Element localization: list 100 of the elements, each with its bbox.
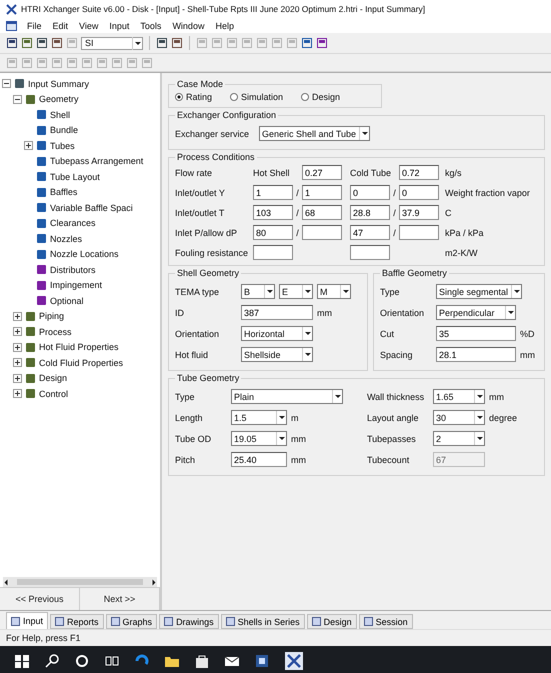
toolbar-icon[interactable]: [156, 37, 168, 49]
tab[interactable]: Design: [306, 614, 357, 629]
menu-item[interactable]: Window: [171, 20, 206, 30]
tree-item[interactable]: Optional: [50, 296, 84, 306]
tree-item[interactable]: Tubepass Arrangement: [50, 156, 144, 166]
tree-item[interactable]: Nozzle Locations: [50, 249, 119, 260]
input-field[interactable]: 0.27: [302, 165, 342, 180]
menu-item[interactable]: Tools: [139, 20, 162, 30]
expand-toggle-icon[interactable]: [13, 358, 22, 368]
menu-item[interactable]: File: [26, 20, 43, 30]
window-icon[interactable]: [6, 20, 17, 30]
tree-item[interactable]: Geometry: [39, 94, 79, 104]
tree-item[interactable]: Variable Baffle Spaci: [50, 202, 133, 213]
input-field[interactable]: 0: [350, 185, 390, 200]
dropdown[interactable]: 1.5: [231, 410, 287, 425]
dropdown[interactable]: 30: [433, 410, 485, 425]
expand-toggle-icon[interactable]: [13, 327, 22, 336]
tree-item[interactable]: Cold Fluid Properties: [39, 358, 124, 368]
tab[interactable]: Shells in Series: [220, 614, 305, 629]
toolbar-icon[interactable]: [301, 37, 313, 49]
toolbar-icon[interactable]: [171, 37, 183, 49]
tab[interactable]: Session: [358, 614, 413, 629]
menu-item[interactable]: Input: [108, 20, 130, 30]
unit-system-dropdown[interactable]: SI: [81, 36, 143, 50]
field-label: Type: [175, 392, 196, 402]
expand-toggle-icon[interactable]: [24, 141, 33, 150]
tab[interactable]: Input: [6, 612, 48, 629]
menu-item[interactable]: Edit: [52, 20, 70, 30]
input-field[interactable]: 28.1: [436, 347, 516, 362]
tree-item[interactable]: Shell: [50, 110, 70, 120]
input-field[interactable]: 25.40: [231, 452, 287, 467]
expand-toggle-icon[interactable]: [13, 342, 22, 352]
shopping-bag-icon[interactable]: [194, 653, 210, 669]
dropdown[interactable]: Generic Shell and Tube: [259, 126, 370, 141]
input-field[interactable]: [399, 225, 439, 240]
node-icon: [36, 218, 47, 229]
input-field[interactable]: [302, 225, 342, 240]
tab[interactable]: Reports: [50, 614, 104, 629]
menu-item[interactable]: View: [78, 20, 100, 30]
expand-toggle-icon[interactable]: [2, 79, 11, 88]
tree-item[interactable]: Impingement: [50, 280, 102, 290]
input-field[interactable]: 1: [302, 185, 342, 200]
dropdown[interactable]: 2: [433, 431, 485, 446]
expand-toggle-icon[interactable]: [13, 312, 22, 321]
input-field[interactable]: 0: [399, 185, 439, 200]
dropdown[interactable]: M: [317, 284, 351, 299]
input-field[interactable]: 47: [350, 225, 390, 240]
tree-item[interactable]: Piping: [39, 311, 64, 322]
tree-item[interactable]: Distributors: [50, 264, 96, 275]
input-field[interactable]: 1: [253, 185, 293, 200]
dropdown[interactable]: Perpendicular: [436, 305, 516, 320]
separator-text: /: [295, 208, 300, 218]
dropdown[interactable]: Horizontal: [241, 326, 313, 341]
input-field[interactable]: 68: [302, 205, 342, 220]
input-field[interactable]: 28.8: [350, 205, 390, 220]
input-field[interactable]: 387: [241, 305, 313, 320]
radio-option[interactable]: Design: [301, 92, 340, 102]
radio-option[interactable]: Simulation: [230, 92, 284, 102]
input-field[interactable]: 35: [436, 326, 516, 341]
tree-item[interactable]: Design: [39, 373, 68, 384]
tree-item[interactable]: Clearances: [50, 218, 96, 228]
expand-toggle-icon[interactable]: [13, 94, 22, 104]
tree-item[interactable]: Hot Fluid Properties: [39, 342, 119, 352]
input-field[interactable]: [350, 245, 390, 260]
tree-item[interactable]: Input Summary: [28, 78, 90, 89]
tree-item[interactable]: Tube Layout: [50, 172, 100, 182]
node-icon: [25, 326, 36, 338]
input-field[interactable]: [253, 245, 293, 260]
scrollbar[interactable]: [3, 577, 157, 587]
tab[interactable]: Drawings: [159, 614, 219, 629]
tree-item[interactable]: Control: [39, 388, 68, 399]
tab[interactable]: Graphs: [106, 614, 158, 629]
node-icon: [36, 156, 47, 167]
dropdown[interactable]: Single segmental: [436, 284, 522, 299]
document-icon[interactable]: [254, 653, 270, 669]
input-field[interactable]: 37.9: [399, 205, 439, 220]
menu-item[interactable]: Help: [214, 20, 235, 30]
dropdown[interactable]: 1.65: [433, 389, 485, 404]
radio-option[interactable]: Rating: [175, 92, 212, 102]
dropdown[interactable]: Plain: [231, 389, 343, 404]
dropdown[interactable]: E: [279, 284, 313, 299]
app-icon[interactable]: [284, 651, 304, 671]
tree-item[interactable]: Baffles: [50, 187, 78, 198]
windows-logo-icon[interactable]: [14, 653, 30, 669]
expand-toggle-icon[interactable]: [13, 374, 22, 383]
toolbar-icon[interactable]: [316, 37, 328, 49]
input-field[interactable]: 103: [253, 205, 293, 220]
dropdown[interactable]: B: [241, 284, 275, 299]
circle-icon[interactable]: [74, 653, 90, 669]
search-icon[interactable]: [44, 653, 60, 669]
input-field[interactable]: 80: [253, 225, 293, 240]
tree-item[interactable]: Tubes: [50, 140, 75, 151]
dropdown[interactable]: 19.05: [231, 431, 287, 446]
expand-toggle-icon[interactable]: [13, 389, 22, 398]
input-field[interactable]: 0.72: [399, 165, 439, 180]
tree-item[interactable]: Process: [39, 326, 72, 337]
tree-item[interactable]: Bundle: [50, 125, 78, 136]
tree-item[interactable]: Nozzles: [50, 234, 82, 244]
unit-label: C: [444, 208, 452, 218]
dropdown[interactable]: Shellside: [241, 347, 313, 362]
